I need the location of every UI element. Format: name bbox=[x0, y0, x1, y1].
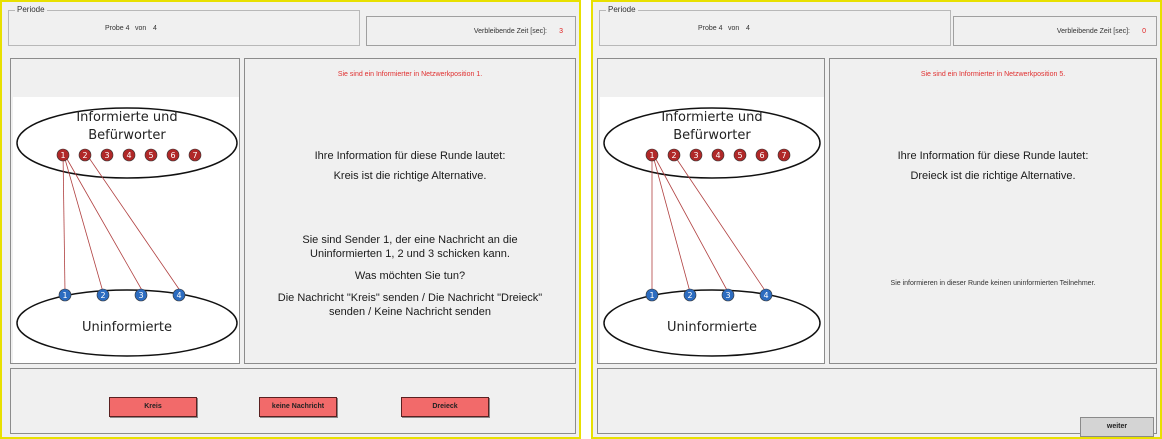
info-value: Dreieck ist die richtige Alternative. bbox=[910, 170, 1076, 182]
time-label: Verbleibende Zeit [sec]: bbox=[1056, 28, 1130, 35]
info-value: Kreis ist die richtige Alternative. bbox=[333, 170, 487, 182]
informed-node-label-5: 5 bbox=[737, 151, 742, 160]
uninformed-label: Uninformierte bbox=[667, 320, 757, 335]
left-screen: Periode Probe 4 von 4 Verbleibende Zeit … bbox=[0, 0, 581, 439]
no-send-message: Sie informieren in dieser Runde keinen u… bbox=[890, 280, 1096, 287]
time-value: 3 bbox=[559, 28, 563, 35]
sender-line-2: Uninformierten 1, 2 und 3 schicken kann. bbox=[310, 248, 510, 260]
kreis-button[interactable]: Kreis bbox=[109, 397, 197, 417]
uninformed-node-label-1: 1 bbox=[62, 291, 67, 300]
diagram-panel: Informierte und Befürworter Uninformiert… bbox=[10, 58, 240, 364]
informed-node-label-1: 1 bbox=[649, 151, 654, 160]
uninformed-node-label-3: 3 bbox=[725, 291, 730, 300]
dreieck-button[interactable]: Dreieck bbox=[401, 397, 489, 417]
von-label: von bbox=[135, 25, 147, 32]
network-diagram: Informierte und Befürworter Uninformiert… bbox=[13, 97, 239, 363]
informed-node-label-3: 3 bbox=[693, 151, 698, 160]
network-position-text: Sie sind ein Informierter in Netzwerkpos… bbox=[920, 71, 1066, 78]
network-position-text: Sie sind ein Informierter in Netzwerkpos… bbox=[337, 71, 483, 78]
informed-node-label-4: 4 bbox=[126, 151, 131, 160]
period-label: Periode bbox=[606, 5, 638, 14]
sender-line-1: Sie sind Sender 1, der eine Nachricht an… bbox=[302, 234, 518, 246]
keine-nachricht-button[interactable]: keine Nachricht bbox=[259, 397, 337, 417]
probe-label: Probe 4 bbox=[105, 25, 130, 32]
informed-label-2: Befürworter bbox=[88, 128, 166, 143]
period-box: Periode Probe 4 von 4 bbox=[8, 5, 360, 46]
probe-total: 4 bbox=[746, 25, 750, 32]
informed-node-label-4: 4 bbox=[715, 151, 720, 160]
informed-node-label-1: 1 bbox=[60, 151, 65, 160]
info-heading: Ihre Information für diese Runde lautet: bbox=[897, 150, 1089, 162]
weiter-button[interactable]: weiter bbox=[1080, 417, 1154, 437]
screen-divider bbox=[581, 0, 591, 439]
right-screen: Periode Probe 4 von 4 Verbleibende Zeit … bbox=[591, 0, 1162, 439]
options-line-2: senden / Keine Nachricht senden bbox=[328, 306, 492, 318]
info-heading: Ihre Information für diese Runde lautet: bbox=[314, 150, 506, 162]
informed-label-2: Befürworter bbox=[673, 128, 751, 143]
time-box: Verbleibende Zeit [sec]: 0 bbox=[953, 16, 1157, 46]
probe-label: Probe 4 bbox=[698, 25, 723, 32]
network-diagram: Informierte und Befürworter Uninformiert… bbox=[600, 97, 824, 363]
uninformed-node-label-4: 4 bbox=[763, 291, 768, 300]
time-value: 0 bbox=[1142, 28, 1146, 35]
informed-node-label-2: 2 bbox=[82, 151, 87, 160]
informed-node-label-7: 7 bbox=[192, 151, 197, 160]
informed-label-1: Informierte und bbox=[76, 110, 177, 125]
informed-node-label-6: 6 bbox=[759, 151, 764, 160]
informed-node-label-2: 2 bbox=[671, 151, 676, 160]
period-label: Periode bbox=[15, 5, 47, 14]
uninformed-label: Uninformierte bbox=[82, 320, 172, 335]
network-diagram-svg: Informierte und Befürworter Uninformiert… bbox=[603, 107, 821, 357]
uninformed-node-label-1: 1 bbox=[649, 291, 654, 300]
uninformed-node-label-2: 2 bbox=[687, 291, 692, 300]
info-panel: Sie sind ein Informierter in Netzwerkpos… bbox=[244, 58, 576, 364]
options-line-1: Die Nachricht "Kreis" senden / Die Nachr… bbox=[277, 292, 543, 304]
time-box: Verbleibende Zeit [sec]: 3 bbox=[366, 16, 576, 46]
network-diagram-svg: Informierte und Befürworter Uninformiert… bbox=[16, 107, 238, 357]
informed-node-label-7: 7 bbox=[781, 151, 786, 160]
time-label: Verbleibende Zeit [sec]: bbox=[473, 28, 547, 35]
diagram-panel: Informierte und Befürworter Uninformiert… bbox=[597, 58, 825, 364]
uninformed-node-label-2: 2 bbox=[100, 291, 105, 300]
uninformed-node-label-4: 4 bbox=[176, 291, 181, 300]
informed-node-label-6: 6 bbox=[170, 151, 175, 160]
informed-node-label-3: 3 bbox=[104, 151, 109, 160]
informed-label-1: Informierte und bbox=[661, 110, 762, 125]
button-panel: Kreis keine Nachricht Dreieck bbox=[10, 368, 576, 434]
uninformed-node-label-3: 3 bbox=[138, 291, 143, 300]
von-label: von bbox=[728, 25, 740, 32]
question-text: Was möchten Sie tun? bbox=[354, 270, 466, 282]
informed-node-label-5: 5 bbox=[148, 151, 153, 160]
period-box: Periode Probe 4 von 4 bbox=[599, 5, 951, 46]
button-panel: weiter bbox=[597, 368, 1157, 437]
probe-total: 4 bbox=[153, 25, 157, 32]
info-panel: Sie sind ein Informierter in Netzwerkpos… bbox=[829, 58, 1157, 364]
